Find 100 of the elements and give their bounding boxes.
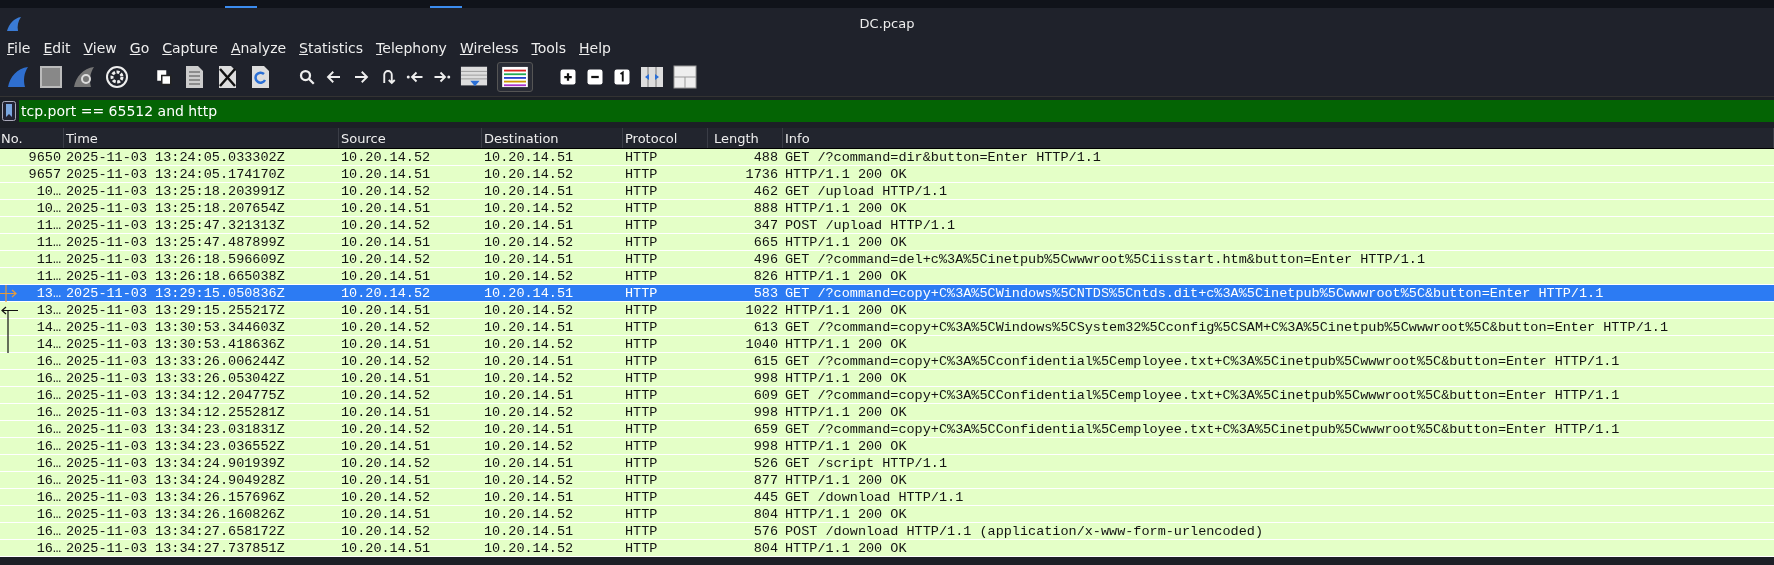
table-cell-text: HTTP/1.1 200 OK bbox=[784, 438, 908, 454]
menu-item[interactable]: Tools bbox=[531, 40, 566, 56]
packet-row[interactable]: 11… 2025-11-03 13:25:47.321313Z 10.20.14.52 10.20.14.51 HTTP 347 POST /upload HTTP/1.1 bbox=[0, 217, 1774, 234]
colorize-button[interactable] bbox=[497, 62, 533, 92]
table-cell-text: HTTP bbox=[624, 506, 659, 522]
table-cell-text: HTTP bbox=[624, 353, 659, 369]
taskbar-indicator bbox=[430, 6, 462, 8]
table-cell-text: 488 bbox=[752, 149, 779, 165]
table-cell: 16… bbox=[36, 421, 61, 437]
table-cell-text: HTTP/1.1 200 OK bbox=[784, 336, 908, 352]
packet-row[interactable]: 16… 2025-11-03 13:34:23.031831Z 10.20.14.52 10.20.14.51 HTTP 659 GET /?command=copy+C%3A%5CConfidential%5Cemployee.txt+C%3A%5Cinetpub%5Cwwwroot%5C&button=Enter HTTP/1.1 bbox=[0, 421, 1774, 438]
table-cell-text: 2025-11-03 13:33:26.053042Z bbox=[65, 370, 286, 386]
bookmark-icon[interactable] bbox=[2, 101, 16, 121]
restart-icon[interactable] bbox=[72, 65, 96, 89]
column-header[interactable]: Protocol bbox=[623, 128, 708, 148]
packet-row[interactable]: 13… 2025-11-03 13:29:15.050836Z 10.20.14.52 10.20.14.51 HTTP 583 GET /?command=copy+C%3A%5CWindows%5CNTDS%5Cntds.dit+c%3A%5Cinetpub%5Cwwwroot%5C&button=Enter HTTP/1.1 bbox=[0, 285, 1774, 302]
table-cell: 16… bbox=[36, 370, 61, 386]
table-cell-text: HTTP/1.1 200 OK bbox=[784, 234, 908, 250]
table-cell-text: HTTP/1.1 200 OK bbox=[784, 540, 908, 556]
table-cell-text: GET /?command=dir&button=Enter HTTP/1.1 bbox=[784, 149, 1102, 165]
table-cell-text: HTTP/1.1 200 OK bbox=[784, 166, 908, 182]
column-header[interactable]: Destination bbox=[482, 128, 623, 148]
menu-item[interactable]: Help bbox=[579, 40, 611, 56]
table-cell-text: HTTP/1.1 200 OK bbox=[784, 506, 908, 522]
packet-row[interactable]: 11… 2025-11-03 13:26:18.596609Z 10.20.14.52 10.20.14.51 HTTP 496 GET /?command=del+c%3A%5Cinetpub%5Cwwwroot%5Ciisstart.htm&button=Enter HTTP/1.1 bbox=[0, 251, 1774, 268]
zoom-out-icon[interactable] bbox=[586, 68, 604, 86]
table-cell-text: 10.20.14.52 bbox=[340, 183, 432, 199]
menu-item[interactable]: Capture bbox=[162, 40, 218, 56]
table-cell-text: 2025-11-03 13:30:53.418636Z bbox=[65, 336, 286, 352]
packet-row[interactable]: 9650 2025-11-03 13:24:05.033302Z 10.20.14.52 10.20.14.51 HTTP 488 GET /?command=dir&button=Enter HTTP/1.1 bbox=[0, 149, 1774, 166]
normal-size-icon[interactable] bbox=[613, 68, 631, 86]
packet-row[interactable]: 11… 2025-11-03 13:25:47.487899Z 10.20.14.51 10.20.14.52 HTTP 665 HTTP/1.1 200 OK bbox=[0, 234, 1774, 251]
table-cell-text: 10.20.14.52 bbox=[483, 370, 575, 386]
zoom-in-icon[interactable] bbox=[559, 68, 577, 86]
packet-row[interactable]: 16… 2025-11-03 13:34:26.160826Z 10.20.14.51 10.20.14.52 HTTP 804 HTTP/1.1 200 OK bbox=[0, 506, 1774, 523]
table-cell: 11… bbox=[36, 234, 61, 250]
table-cell-text: 10.20.14.52 bbox=[483, 268, 575, 284]
menu-item[interactable]: Statistics bbox=[299, 40, 364, 56]
table-cell-text: HTTP bbox=[624, 217, 659, 233]
display-filter-field[interactable]: tcp.port == 65512 and http bbox=[19, 100, 1774, 122]
table-cell-text: 10.20.14.52 bbox=[483, 438, 575, 454]
stop-icon[interactable] bbox=[39, 65, 63, 89]
packet-row[interactable]: 16… 2025-11-03 13:33:26.053042Z 10.20.14.51 10.20.14.52 HTTP 998 HTTP/1.1 200 OK bbox=[0, 370, 1774, 387]
column-header[interactable]: No. bbox=[0, 128, 64, 148]
table-cell-text: 1022 bbox=[744, 302, 779, 318]
table-cell-text: 10.20.14.52 bbox=[340, 319, 432, 335]
table-cell-text: 10.20.14.52 bbox=[340, 217, 432, 233]
table-cell-text: 10.20.14.51 bbox=[340, 472, 432, 488]
packet-row[interactable]: 16… 2025-11-03 13:34:24.901939Z 10.20.14.52 10.20.14.51 HTTP 526 GET /script HTTP/1.1 bbox=[0, 455, 1774, 472]
table-cell-text: 10.20.14.51 bbox=[483, 387, 575, 403]
packet-row[interactable]: 16… 2025-11-03 13:34:27.658172Z 10.20.14.52 10.20.14.51 HTTP 576 POST /download HTTP/1.1 (application/x-www-form-urlencoded) bbox=[0, 523, 1774, 540]
packet-row[interactable]: 16… 2025-11-03 13:34:27.737851Z 10.20.14.51 10.20.14.52 HTTP 804 HTTP/1.1 200 OK bbox=[0, 540, 1774, 557]
column-header[interactable]: Length bbox=[708, 128, 783, 148]
table-cell: 16… bbox=[36, 472, 61, 488]
autoscroll-icon[interactable] bbox=[460, 65, 488, 89]
packet-row[interactable]: 11… 2025-11-03 13:26:18.665038Z 10.20.14.51 10.20.14.52 HTTP 826 HTTP/1.1 200 OK bbox=[0, 268, 1774, 285]
table-cell-text: HTTP bbox=[624, 404, 659, 420]
column-header[interactable]: Time bbox=[64, 128, 339, 148]
packet-row[interactable]: 10… 2025-11-03 13:25:18.207654Z 10.20.14.51 10.20.14.52 HTTP 888 HTTP/1.1 200 OK bbox=[0, 200, 1774, 217]
packet-row[interactable]: 9657 2025-11-03 13:24:05.174170Z 10.20.14.51 10.20.14.52 HTTP 1736 HTTP/1.1 200 OK bbox=[0, 166, 1774, 183]
table-cell-text: 804 bbox=[752, 540, 779, 556]
resize-columns-icon[interactable] bbox=[640, 65, 664, 89]
menu-item[interactable]: Telephony bbox=[376, 40, 447, 56]
column-header[interactable]: Source bbox=[339, 128, 482, 148]
back-arrow-icon[interactable] bbox=[325, 68, 343, 86]
table-cell-text: 10.20.14.51 bbox=[340, 234, 432, 250]
table-cell-text: 2025-11-03 13:34:27.737851Z bbox=[65, 540, 286, 556]
table-cell-text: GET /script HTTP/1.1 bbox=[784, 455, 949, 471]
menu-item[interactable]: Wireless bbox=[459, 40, 519, 56]
table-cell-text: 1040 bbox=[744, 336, 779, 352]
table-cell-text: 10.20.14.51 bbox=[483, 523, 575, 539]
table-cell-text: 2025-11-03 13:25:47.321313Z bbox=[65, 217, 286, 233]
menu-item[interactable]: Edit bbox=[43, 40, 71, 56]
open-file-icon[interactable] bbox=[155, 68, 173, 86]
column-header[interactable]: Info bbox=[783, 128, 1774, 148]
layout-grid-icon[interactable] bbox=[673, 65, 697, 89]
packet-row[interactable]: 16… 2025-11-03 13:34:26.157696Z 10.20.14.52 10.20.14.51 HTTP 445 GET /download HTTP/1.1 bbox=[0, 489, 1774, 506]
table-cell-text: 10.20.14.52 bbox=[340, 387, 432, 403]
menu-item[interactable]: Go bbox=[129, 40, 150, 56]
fin-icon[interactable] bbox=[6, 65, 30, 89]
table-cell-text: HTTP bbox=[624, 387, 659, 403]
packet-row[interactable]: 14… 2025-11-03 13:30:53.418636Z 10.20.14.51 10.20.14.52 HTTP 1040 HTTP/1.1 200 OK bbox=[0, 336, 1774, 353]
packet-row[interactable]: 16… 2025-11-03 13:34:12.204775Z 10.20.14.52 10.20.14.51 HTTP 609 GET /?command=copy+C%3A%5CConfidential%5Cemployee.txt+C%3A%5Cinetpub%5Cwwwroot%5C&button=Enter HTTP/1.1 bbox=[0, 387, 1774, 404]
packet-row[interactable]: 13… 2025-11-03 13:29:15.255217Z 10.20.14.51 10.20.14.52 HTTP 1022 HTTP/1.1 200 OK bbox=[0, 302, 1774, 319]
packet-row[interactable]: 16… 2025-11-03 13:34:24.904928Z 10.20.14.51 10.20.14.52 HTTP 877 HTTP/1.1 200 OK bbox=[0, 472, 1774, 489]
table-cell-text: 659 bbox=[752, 421, 779, 437]
search-icon[interactable] bbox=[298, 68, 316, 86]
table-cell-text: 10.20.14.51 bbox=[340, 370, 432, 386]
packet-row[interactable]: 16… 2025-11-03 13:34:23.036552Z 10.20.14.51 10.20.14.52 HTTP 998 HTTP/1.1 200 OK bbox=[0, 438, 1774, 455]
packet-row[interactable]: 14… 2025-11-03 13:30:53.344603Z 10.20.14.52 10.20.14.51 HTTP 613 GET /?command=copy+C%3A%5CWindows%5CSystem32%5Cconfig%5CSAM+C%3A%5Cinetpub%5Cwwwroot%5C&button=Enter HTTP/1.1 bbox=[0, 319, 1774, 336]
menu-item[interactable]: View bbox=[83, 40, 117, 56]
menu-item[interactable]: Analyze bbox=[230, 40, 287, 56]
table-cell-text: HTTP bbox=[624, 183, 659, 199]
forward-arrow-icon[interactable] bbox=[352, 68, 370, 86]
menu-item[interactable]: File bbox=[7, 40, 31, 56]
settings-icon[interactable] bbox=[105, 65, 129, 89]
packet-row[interactable]: 10… 2025-11-03 13:25:18.203991Z 10.20.14.52 10.20.14.51 HTTP 462 GET /upload HTTP/1.1 bbox=[0, 183, 1774, 200]
packet-row[interactable]: 16… 2025-11-03 13:34:12.255281Z 10.20.14.51 10.20.14.52 HTTP 998 HTTP/1.1 200 OK bbox=[0, 404, 1774, 421]
packet-row[interactable]: 16… 2025-11-03 13:33:26.006244Z 10.20.14.52 10.20.14.51 HTTP 615 GET /?command=copy+C%3A%5Cconfidential%5Cemployee.txt+C%3A%5Cinetpub%5Cwwwroot%5C&button=Enter HTTP/1.1 bbox=[0, 353, 1774, 370]
table-cell: 16… bbox=[36, 489, 61, 505]
